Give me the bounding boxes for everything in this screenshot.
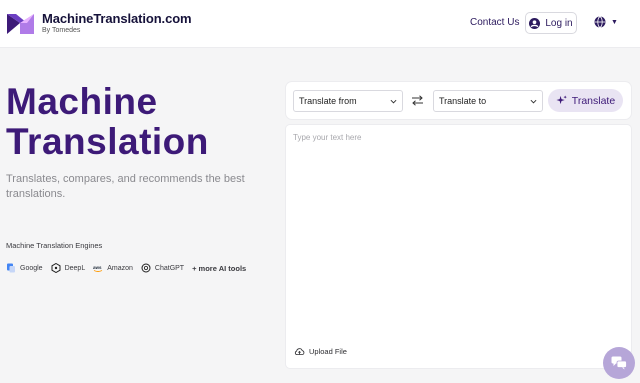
swap-languages-icon[interactable] <box>411 95 424 106</box>
translate-button[interactable]: Translate <box>548 89 623 112</box>
svg-text:aws: aws <box>93 265 102 270</box>
engine-label: ChatGPT <box>154 264 185 272</box>
site-header: MachineTranslation.com By Tomedes Contac… <box>0 0 640 48</box>
page-description: Translates, compares, and recommends the… <box>6 173 245 200</box>
source-text-panel: Upload File <box>286 125 631 368</box>
engine-google: Google <box>6 263 43 273</box>
engines-list: Google DeepL aws Amazon ChatGPT + more A… <box>6 263 246 273</box>
upload-file-button[interactable]: Upload File <box>294 347 347 356</box>
translate-from-select[interactable]: Translate from <box>293 90 403 112</box>
chatgpt-icon <box>141 263 151 273</box>
page-title-line-1: Machine <box>6 81 158 122</box>
language-selector[interactable]: ▼ <box>594 16 618 28</box>
brand-name[interactable]: MachineTranslation.com <box>42 11 192 26</box>
page-title-line-2: Translation <box>6 121 209 162</box>
brand-logo-icon[interactable] <box>7 12 34 34</box>
engine-deepl: DeepL <box>51 263 86 273</box>
chevron-down-icon <box>390 99 397 103</box>
language-bar: Translate from Translate to Translate <box>286 82 631 119</box>
more-ai-tools-link[interactable]: + more AI tools <box>192 264 246 273</box>
translate-to-label: Translate to <box>439 96 487 106</box>
chat-icon <box>611 356 627 370</box>
caret-down-icon: ▼ <box>611 18 618 26</box>
engine-label: Google <box>20 264 43 272</box>
engine-amazon: aws Amazon <box>93 263 133 273</box>
google-icon <box>7 263 15 273</box>
brand-subtitle: By Tomedes <box>42 27 81 34</box>
sparkle-icon <box>556 95 567 105</box>
engine-label: DeepL <box>64 264 86 272</box>
upload-file-label: Upload File <box>309 347 347 356</box>
amazon-icon: aws <box>93 265 103 272</box>
source-text-input[interactable] <box>293 133 623 333</box>
translate-button-label: Translate <box>571 94 616 107</box>
page-title: Machine Translation <box>6 82 209 162</box>
login-button[interactable]: Log in <box>525 12 577 34</box>
translate-from-label: Translate from <box>299 96 357 106</box>
engines-label: Machine Translation Engines <box>6 241 103 250</box>
contact-us-link[interactable]: Contact Us <box>470 17 519 28</box>
chevron-down-icon <box>530 99 537 103</box>
translate-to-select[interactable]: Translate to <box>433 90 543 112</box>
login-label: Log in <box>545 17 573 29</box>
user-icon <box>529 17 541 29</box>
chat-widget-button[interactable] <box>603 347 635 379</box>
cloud-upload-icon <box>294 348 305 356</box>
engine-chatgpt: ChatGPT <box>141 263 184 273</box>
engine-label: Amazon <box>107 264 133 272</box>
deepl-icon <box>51 263 61 273</box>
globe-icon <box>594 16 606 28</box>
